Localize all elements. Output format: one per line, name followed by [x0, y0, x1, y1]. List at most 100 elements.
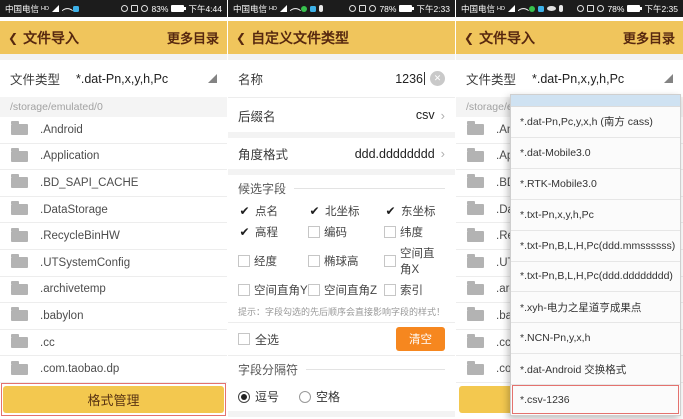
battery-percent: 83% [151, 4, 168, 14]
back-icon[interactable]: ❮ [236, 31, 246, 45]
folder-icon [467, 124, 484, 135]
checkbox-east[interactable]: ✔东坐标 [384, 203, 445, 219]
spinner-dropdown-icon[interactable] [664, 74, 673, 83]
checkbox-ellipsoid-height[interactable]: 椭球高 [308, 245, 384, 277]
folder-icon [467, 257, 484, 268]
folder-icon [467, 177, 484, 188]
chevron-right-icon: › [441, 108, 445, 123]
checkbox-elevation[interactable]: ✔高程 [238, 224, 308, 240]
back-icon[interactable]: ❮ [8, 31, 18, 45]
dropdown-item[interactable]: *.txt-Pn,B,L,H,Pc(ddd.mmssssss) [511, 231, 680, 262]
folder-icon [11, 257, 28, 268]
dropdown-partial-selected-item[interactable] [511, 95, 680, 107]
dropdown-item[interactable]: *.txt-Pn,x,y,h,Pc [511, 200, 680, 231]
dropdown-item[interactable]: *.xyh-电力之星道亨成果点 [511, 292, 680, 323]
folder-row[interactable]: .UTSystemConfig [0, 250, 227, 277]
checkbox-north[interactable]: ✔北坐标 [308, 203, 384, 219]
dropdown-item-label: *.csv-1236 [520, 394, 570, 406]
clock-label: 下午4:44 [188, 3, 222, 15]
angle-format-value: ddd.dddddddd [355, 147, 435, 161]
radio-comma[interactable]: 逗号 [238, 388, 279, 405]
checkbox-ecef-y[interactable]: 空间直角Y [238, 282, 308, 298]
spinner-dropdown-icon[interactable] [208, 74, 217, 83]
checkbox-pointname[interactable]: ✔点名 [238, 203, 308, 219]
folder-name: .cc [496, 337, 511, 349]
radio-label: 逗号 [255, 388, 279, 405]
status-bar: 中国电信HD 83% 下午4:44 [0, 0, 227, 17]
dropdown-item[interactable]: *.txt-Pn,B,L,H,Pc(ddd.dddddddd) [511, 262, 680, 293]
file-type-label: 文件类型 [466, 69, 516, 88]
file-type-label: 文件类型 [10, 69, 60, 88]
checkbox-ecef-z[interactable]: 空间直角Z [308, 282, 384, 298]
battery-icon [399, 5, 412, 12]
green-status-dot-icon [529, 6, 535, 12]
select-all-label: 全选 [255, 331, 279, 348]
angle-format-label: 角度格式 [238, 144, 288, 163]
microphone-icon [319, 5, 323, 12]
folder-row[interactable]: .archivetemp [0, 277, 227, 304]
folder-row[interactable]: .Android [0, 117, 227, 144]
folder-icon [11, 204, 28, 215]
checkbox-ecef-x[interactable]: 空间直角X [384, 245, 445, 277]
dropdown-item-csv-1236[interactable]: *.csv-1236 [511, 385, 680, 415]
checkbox-unchecked-icon [308, 226, 320, 238]
clear-input-icon[interactable]: ✕ [430, 71, 445, 86]
select-all-checkbox[interactable] [238, 333, 250, 345]
panel-file-import-1: 中国电信HD 83% 下午4:44 ❮ 文件导入 更多目录 文件类型 *.dat… [0, 0, 227, 419]
folder-row[interactable]: .DataStorage [0, 197, 227, 224]
candidate-fields-section-title: 候选字段 [228, 175, 455, 200]
checkbox-code[interactable]: 编码 [308, 224, 384, 240]
folder-row[interactable]: .Application [0, 144, 227, 171]
carrier-label: 中国电信 [233, 3, 267, 15]
folder-icon [467, 337, 484, 348]
screen: 中国电信HD 83% 下午4:44 ❮ 文件导入 更多目录 文件类型 *.dat… [0, 0, 683, 419]
checkbox-label: 经度 [254, 253, 277, 269]
dropdown-item[interactable]: *.dat-Pn,Pc,y,x,h (南方 cass) [511, 107, 680, 138]
folder-name: .com.taobao.dp [40, 363, 119, 375]
name-field[interactable]: 名称 1236 ✕ [228, 60, 455, 98]
clear-selection-button[interactable]: 清空 [396, 327, 445, 351]
signal-icon [508, 5, 515, 12]
folder-row[interactable]: .com.taobao.dp [0, 356, 227, 383]
folder-row[interactable]: .BD_SAPI_CACHE [0, 170, 227, 197]
folder-icon [467, 364, 484, 375]
wifi-icon [518, 4, 529, 15]
battery-percent: 78% [607, 4, 624, 14]
folder-icon [11, 284, 28, 295]
file-type-selector[interactable]: 文件类型 *.dat-Pn,x,y,h,Pc [0, 60, 227, 97]
hd-volte-icon: HD [269, 6, 277, 12]
dropdown-item[interactable]: *.dat-Android 交换格式 [511, 354, 680, 385]
checkbox-label: 东坐标 [401, 203, 436, 219]
radio-space[interactable]: 空格 [299, 388, 340, 405]
checkbox-longitude[interactable]: 经度 [238, 245, 308, 277]
no-disturb-icon [369, 5, 376, 12]
checkbox-index[interactable]: 索引 [384, 282, 445, 298]
file-type-selector[interactable]: 文件类型 *.dat-Pn,x,y,h,Pc [456, 60, 683, 97]
more-directories-button[interactable]: 更多目录 [167, 28, 219, 47]
folder-name: .Android [40, 124, 83, 136]
checkbox-label: 空间直角X [400, 245, 445, 277]
hd-volte-icon: HD [497, 6, 505, 12]
dropdown-item[interactable]: *.NCN-Pn,y,x,h [511, 323, 680, 354]
checkbox-unchecked-icon [238, 255, 250, 267]
folder-name: .UTSystemConfig [40, 257, 130, 269]
folder-row[interactable]: .RecycleBinHW [0, 223, 227, 250]
checkbox-latitude[interactable]: 纬度 [384, 224, 445, 240]
checkbox-unchecked-icon [308, 284, 320, 296]
checkbox-label: 纬度 [400, 224, 423, 240]
suffix-field[interactable]: 后缀名 csv › [228, 98, 455, 132]
folder-row[interactable]: .babylon [0, 303, 227, 330]
dropdown-item[interactable]: *.RTK-Mobile3.0 [511, 169, 680, 200]
back-icon[interactable]: ❮ [464, 31, 474, 45]
no-disturb-icon [141, 5, 148, 12]
battery-icon [171, 5, 184, 12]
angle-format-field[interactable]: 角度格式 ddd.dddddddd › [228, 138, 455, 169]
folder-row[interactable]: .cc [0, 330, 227, 357]
dropdown-item[interactable]: *.dat-Mobile3.0 [511, 138, 680, 169]
folder-icon [467, 204, 484, 215]
folder-icon [11, 364, 28, 375]
more-directories-button[interactable]: 更多目录 [623, 28, 675, 47]
format-manage-button[interactable]: 格式管理 [3, 386, 224, 413]
checkbox-unchecked-icon [384, 284, 396, 296]
app-bar: ❮ 文件导入 更多目录 [0, 21, 227, 54]
